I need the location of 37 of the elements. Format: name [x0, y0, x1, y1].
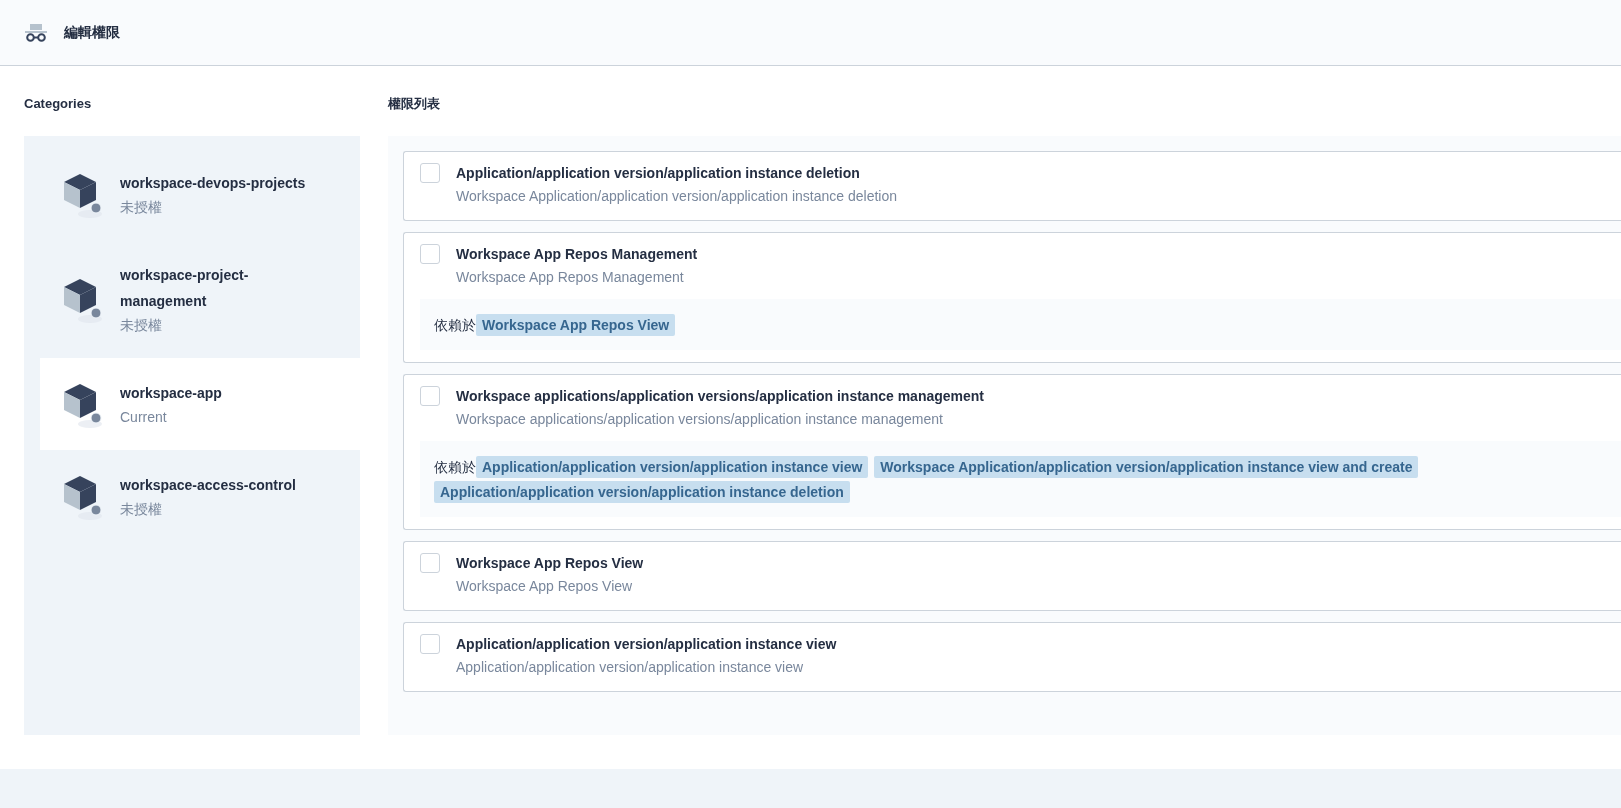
permission-description: Workspace Application/application version/application instance deletion	[456, 187, 897, 206]
category-item[interactable]: workspace-app Current	[40, 358, 360, 450]
permission-title: Application/application version/application instance deletion	[456, 164, 861, 183]
checkbox[interactable]	[420, 386, 440, 406]
permission-description: Workspace applications/application versions/application instance management	[456, 410, 944, 429]
incognito-icon	[24, 23, 48, 42]
category-item[interactable]: workspace-devops-projects 未授權	[40, 148, 360, 240]
page-title: 編輯權限	[64, 23, 120, 42]
permission-description: Workspace App Repos View	[456, 577, 634, 596]
category-item[interactable]: workspace-project-management 未授權	[40, 240, 360, 358]
permission-title: Workspace App Repos View	[456, 554, 644, 573]
category-name: workspace-access-control	[120, 476, 296, 495]
section-title: 權限列表	[388, 95, 441, 113]
permission-title: Workspace App Repos Management	[456, 245, 698, 264]
category-status: 未授權	[120, 316, 163, 335]
category-status: 未授權	[120, 500, 163, 519]
checkbox[interactable]	[420, 553, 440, 573]
category-status: 未授權	[120, 198, 163, 217]
category-name: workspace-devops-projects	[120, 174, 306, 193]
dependency-tag[interactable]: Workspace Application/application version/application instance view and create	[874, 456, 1419, 478]
category-item[interactable]: workspace-access-control 未授權	[40, 450, 360, 542]
dependency-label: 依賴於	[434, 459, 476, 475]
checkbox[interactable]	[420, 244, 440, 264]
category-status: Current	[120, 408, 168, 427]
dependency-tag[interactable]: Workspace App Repos View	[476, 314, 676, 336]
dependency-label: 依賴於	[434, 317, 476, 333]
permission-title: Workspace applications/application versions/application instance management	[456, 387, 984, 406]
permission-description: Workspace App Repos Management	[456, 268, 685, 287]
section-title: Categories	[24, 95, 93, 113]
checkbox[interactable]	[420, 634, 440, 654]
category-name: workspace-app	[120, 384, 222, 403]
category-name: workspace-project-management	[120, 266, 250, 311]
checkbox[interactable]	[420, 163, 440, 183]
dependency-tag[interactable]: Application/application version/application instance view	[476, 456, 869, 478]
permission-description: Application/application version/application instance view	[456, 658, 805, 677]
dependency-tag[interactable]: Application/application version/application instance deletion	[434, 481, 850, 503]
permission-title: Application/application version/application instance view	[456, 635, 837, 654]
